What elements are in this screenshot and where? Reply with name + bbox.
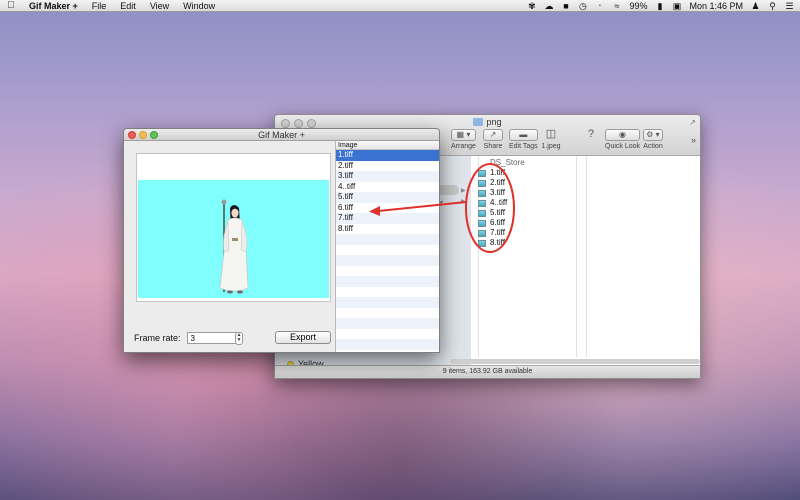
sidebar-selection[interactable] — [437, 185, 459, 195]
image-list-empty-row — [336, 339, 439, 350]
status-app-icon[interactable]: ■ — [561, 1, 570, 11]
action-button[interactable]: ⚙ ▾ Action — [643, 129, 663, 150]
list-item[interactable]: DS_Store — [478, 158, 525, 168]
image-list-empty-row — [336, 276, 439, 287]
tiff-file-icon — [478, 209, 486, 217]
arrange-button[interactable]: ▦ ▾ Arrange — [451, 129, 476, 150]
list-item[interactable]: 3.tiff — [478, 188, 525, 198]
preview-frame-image — [138, 180, 329, 298]
battery-icon[interactable]: ▮ — [655, 1, 664, 12]
image-list-empty-row — [336, 329, 439, 340]
character-figure-image — [219, 199, 249, 294]
bluetooth-icon[interactable]: ᛫ — [595, 1, 604, 11]
menu-app-name[interactable]: Gif Maker + — [22, 1, 85, 11]
eye-icon: ◉ — [605, 129, 641, 141]
gif-maker-titlebar[interactable]: Gif Maker + — [124, 129, 439, 141]
image-list-row[interactable]: 6.tiff — [336, 203, 439, 214]
help-button[interactable]: ? — [581, 129, 601, 143]
screen-capture-icon[interactable]: ▣ — [672, 1, 682, 12]
fullscreen-icon[interactable]: ↗ — [689, 118, 696, 127]
image-list-empty-row — [336, 245, 439, 256]
frame-rate-stepper[interactable]: ▲ ▼ — [235, 332, 243, 345]
image-list-empty-row — [336, 318, 439, 329]
user-icon[interactable]: ♟ — [751, 1, 760, 12]
image-list-row[interactable]: 8.tiff — [336, 224, 439, 235]
chevron-right-icon: ▶ — [461, 188, 466, 194]
tiff-file-icon — [478, 169, 486, 177]
export-button[interactable]: Export — [275, 331, 331, 344]
gif-maker-window: Gif Maker + Frame rate: 3 ▲ ▼ Export Ima… — [123, 128, 440, 353]
image-list-row[interactable]: 5.tiff — [336, 192, 439, 203]
tiff-file-icon — [478, 179, 486, 187]
image-list-row[interactable]: 4..tiff — [336, 182, 439, 193]
list-item[interactable]: 5.tiff — [478, 208, 525, 218]
window-title: Gif Maker + — [258, 130, 305, 140]
frame-rate-input[interactable] — [186, 332, 240, 344]
horizontal-scrollbar[interactable] — [450, 359, 700, 364]
image-list-row[interactable]: 7.tiff — [336, 213, 439, 224]
chevron-right-icon: ▶ — [461, 199, 466, 205]
tiff-file-icon — [478, 229, 486, 237]
image-list-empty-row — [336, 266, 439, 277]
evernote-icon[interactable]: ✾ — [527, 1, 536, 12]
image-list-empty-row — [336, 308, 439, 319]
column-divider[interactable] — [577, 156, 587, 357]
menu-bar:  Gif Maker + File Edit View Window ✾ ☁ … — [0, 0, 800, 12]
image-list-row[interactable]: 1.tiff — [336, 150, 439, 161]
jpeg-file-icon: ◫ — [545, 128, 557, 140]
list-item[interactable]: 7.tiff — [478, 228, 525, 238]
wifi-icon[interactable]: ≈ — [612, 1, 621, 11]
list-item[interactable]: 6.tiff — [478, 218, 525, 228]
menu-window[interactable]: Window — [176, 1, 222, 11]
list-item[interactable]: 1.tiff — [478, 168, 525, 178]
image-list-row[interactable]: 3.tiff — [336, 171, 439, 182]
finder-title: png — [275, 117, 700, 127]
timer-icon[interactable]: ◷ — [578, 1, 587, 12]
edit-tags-button[interactable]: ▬ Edit Tags — [509, 129, 538, 150]
battery-percent[interactable]: 99% — [629, 1, 647, 11]
tiff-file-icon — [478, 199, 486, 207]
image-list-empty-row — [336, 255, 439, 266]
image-list-empty-row — [336, 297, 439, 308]
folder-icon — [473, 118, 484, 126]
finder-file-list: DS_Store 1.tiff 2.tiff 3.tiff 4..tiff 5.… — [478, 158, 525, 248]
finder-status-bar: 9 items, 163.92 GB available — [275, 365, 700, 378]
question-icon: ? — [587, 128, 595, 140]
tiff-file-icon — [478, 239, 486, 247]
list-item[interactable]: 4..tiff — [478, 198, 525, 208]
frame-rate-label: Frame rate: — [134, 333, 181, 343]
menu-view[interactable]: View — [143, 1, 176, 11]
menu-file[interactable]: File — [85, 1, 114, 11]
gear-icon: ⚙ ▾ — [643, 129, 663, 141]
share-icon: ↗ — [483, 129, 503, 141]
share-button[interactable]: ↗ Share — [483, 129, 503, 150]
stepper-down-icon[interactable]: ▼ — [236, 338, 242, 343]
arrange-icon: ▦ ▾ — [451, 129, 476, 141]
tag-icon: ▬ — [509, 129, 538, 141]
image-list-empty-row — [336, 234, 439, 245]
image-list-empty-row — [336, 287, 439, 298]
toolbar-overflow-icon[interactable]: » — [691, 135, 696, 145]
notification-center-icon[interactable]: ☰ — [785, 1, 794, 12]
frame-rate-row: Frame rate: — [134, 332, 240, 344]
list-item[interactable]: 8.tiff — [478, 238, 525, 248]
image-list-row[interactable]: 2.tiff — [336, 161, 439, 172]
spotlight-search-icon[interactable]: ⚲ — [768, 1, 777, 12]
menu-clock[interactable]: Mon 1:46 PM — [689, 1, 743, 11]
tiff-file-icon — [478, 219, 486, 227]
file-preview-icon-button[interactable]: ◫ 1.jpeg — [541, 128, 561, 151]
image-list-header[interactable]: Image — [336, 141, 439, 150]
menu-edit[interactable]: Edit — [113, 1, 143, 11]
image-list: Image 1.tiff 2.tiff 3.tiff 4..tiff 5.tiff 6.t… — [335, 141, 439, 352]
quick-look-button[interactable]: ◉ Quick Look — [605, 129, 641, 150]
cloud-icon[interactable]: ☁ — [544, 1, 553, 12]
status-area: ✾ ☁ ■ ◷ ᛫ ≈ 99% ▮ ▣ Mon 1:46 PM ♟ ⚲ ☰ — [527, 0, 794, 12]
apple-menu-icon[interactable]:  — [0, 0, 22, 11]
gif-preview — [136, 153, 331, 302]
tiff-file-icon — [478, 189, 486, 197]
list-item[interactable]: 2.tiff — [478, 178, 525, 188]
